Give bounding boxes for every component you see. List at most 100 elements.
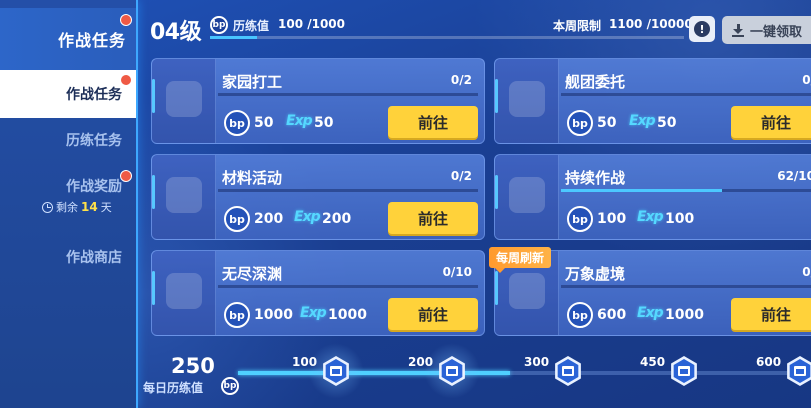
task-progress-bar [218,93,478,96]
card-accent [495,271,498,305]
xp-label: 历练值 [233,19,270,33]
go-button[interactable]: 前往 [731,106,811,138]
sidebar-item-combat-tasks[interactable]: 作战任务 [0,70,136,118]
bp-reward-value: 600 [597,307,627,323]
task-progress: 0/2 [450,169,472,183]
bp-reward-value: 1000 [254,307,293,323]
sidebar-header-label: 作战任务 [57,31,126,50]
exp-icon: Exp [286,113,313,129]
milestone-label: 450 [640,355,666,369]
task-progress-fill [561,189,722,192]
card-accent [495,79,498,113]
milestone-label: 600 [756,355,782,369]
reward-box-icon [562,366,574,376]
go-button[interactable]: 前往 [731,298,811,330]
task-title: 家园打工 [222,73,283,91]
level-label: 04级 [150,20,202,45]
sidebar-item-badge [120,170,132,182]
task-art [152,251,216,335]
bp-coin-icon [509,177,545,213]
exp-icon: Exp [294,209,321,225]
remaining-prefix: 剩余 [56,201,78,214]
task-progress-bar [561,93,811,96]
task-title: 万象虚境 [565,265,626,283]
blue-crystals-icon [166,273,202,309]
milestone-label: 300 [524,355,550,369]
sidebar-item-training-tasks[interactable]: 历练任务 [0,116,136,164]
exp-icon: Exp [300,305,327,321]
info-button[interactable]: ! [689,16,715,42]
emblem-icon [509,81,545,117]
bp-icon: bp [221,377,239,395]
task-card: 材料活动 0/2 bp 200 Exp 200 前往 [151,154,485,240]
go-button[interactable]: 前往 [388,202,478,234]
exp-reward-value: 50 [657,115,677,131]
task-art [152,59,216,143]
task-progress-bar [561,189,811,192]
card-accent [152,79,155,113]
download-icon [732,23,744,37]
task-progress: 0/ [802,73,811,87]
bp-icon: bp [224,302,250,328]
bp-icon: bp [567,206,593,232]
task-progress-bar [218,285,478,288]
task-art [152,155,216,239]
card-accent [495,175,498,209]
claim-all-label: 一键领取 [750,24,803,40]
bp-icon: bp [567,302,593,328]
task-art [495,59,559,143]
milestone-reward-node[interactable] [552,355,584,387]
sidebar-item-combat-shop[interactable]: 作战商店 [0,233,136,281]
weekly-refresh-tag: 每周刷新 [489,247,552,273]
weekly-limit-value: 1100 /10000 [609,17,693,31]
card-accent [152,271,155,305]
sidebar-item-label: 作战商店 [66,250,122,266]
task-progress-bar [218,189,478,192]
exp-reward-value: 1000 [665,307,704,323]
reward-box-icon [446,366,458,376]
task-card: 无尽深渊 0/10 bp 1000 Exp 1000 前往 [151,250,485,336]
weekly-limit-label: 本周限制 [553,19,602,33]
sidebar-item-label: 历练任务 [66,133,122,149]
exp-icon: Exp [637,305,664,321]
sidebar-item-label: 作战奖励 [66,179,122,195]
reward-remaining: 剩余 14 天 [42,199,112,215]
checklist-icon [166,81,202,117]
green-emblem-icon [509,273,545,309]
bp-reward-value: 50 [597,115,617,131]
go-button[interactable]: 前往 [388,298,478,330]
xp-progress-bar [210,36,684,39]
bp-icon: bp [567,110,593,136]
clock-icon [42,201,53,213]
task-card: 持续作战 62/10 bp 100 Exp 100 [494,154,811,240]
task-title: 持续作战 [565,169,626,187]
daily-xp-label: 每日历练值 [143,381,204,395]
exp-reward-value: 200 [322,211,352,227]
milestone-reward-node[interactable] [306,341,366,401]
exp-icon: Exp [629,113,656,129]
reward-box-icon [794,366,806,376]
milestone-reward-node[interactable] [422,341,482,401]
bp-reward-value: 200 [254,211,284,227]
task-title: 舰团委托 [565,73,626,91]
sidebar-item-badge [120,74,132,86]
claim-all-button[interactable]: 一键领取 [722,16,811,44]
exp-icon: Exp [637,209,664,225]
task-art [495,155,559,239]
milestone-reward-node[interactable] [668,355,700,387]
xp-progress-fill [210,36,257,39]
task-progress-bar [561,285,811,288]
task-progress: 62/10 [777,169,811,183]
sidebar-header[interactable]: 作战任务 [0,8,136,70]
sidebar: 作战任务 作战任务 历练任务 作战奖励 剩余 14 天 作战商店 [0,0,138,408]
milestone-reward-node[interactable] [784,355,811,387]
task-card: 舰团委托 0/ bp 50 Exp 50 前往 [494,58,811,144]
go-button[interactable]: 前往 [388,106,478,138]
daily-xp-value: 250 [171,354,215,378]
bp-icon: bp [210,16,228,34]
bp-reward-value: 100 [597,211,627,227]
silver-cube-icon [166,177,202,213]
exp-reward-value: 100 [665,211,695,227]
sidebar-item-label: 作战任务 [66,87,122,103]
bp-reward-value: 50 [254,115,274,131]
